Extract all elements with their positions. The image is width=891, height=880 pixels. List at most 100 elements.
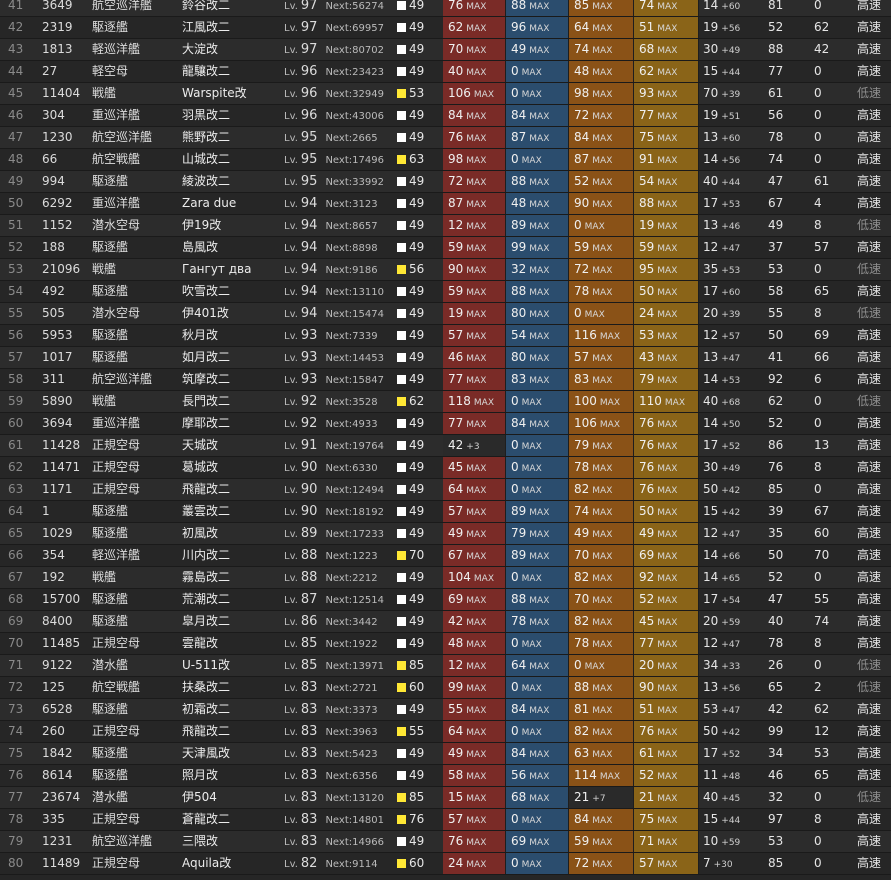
condition-value: 49	[409, 372, 425, 386]
anti-air-stat: 52 MAX	[569, 171, 634, 192]
table-row[interactable]: 47 1230 航空巡洋艦 熊野改二 Lv. 95 Next:2665 49 76 MAX 87 MA…	[0, 127, 891, 149]
ship-id: 1	[42, 504, 50, 518]
table-row[interactable]: 70 11485 正規空母 雲龍改 Lv. 85 Next:1922 49 48 MAX 0 MAX 7…	[0, 633, 891, 655]
los-stat: 0	[814, 86, 822, 100]
max-label: MAX	[529, 508, 550, 518]
firepower-value: 57	[448, 812, 464, 826]
condition: 49	[397, 369, 443, 390]
armor-value: 43	[639, 350, 655, 364]
armor-stat: 76 MAX	[634, 721, 699, 742]
luck-stat: 12 +57	[703, 325, 763, 346]
luck-value: 12	[703, 328, 719, 342]
table-row[interactable]: 50 6292 重巡洋艦 Zara due Lv. 94 Next:3123 49 87 MAX 4…	[0, 193, 891, 215]
condition: 49	[397, 237, 443, 258]
asw-stat: 99	[768, 724, 784, 738]
condition-value: 49	[409, 504, 425, 518]
table-row[interactable]: 46 304 重巡洋艦 羽黒改二 Lv. 96 Next:43006 49 84 MAX 84 MAX…	[0, 105, 891, 127]
table-row[interactable]: 77 23674 潜水艦 伊504 Lv. 83 Next:13120 85 15 MAX 68 MA…	[0, 787, 891, 809]
max-label: MAX	[592, 90, 613, 100]
table-row[interactable]: 67 192 戦艦 霧島改二 Lv. 88 Next:2212 49 104 MAX 0 MAX 82 M…	[0, 567, 891, 589]
table-row[interactable]: 68 15700 駆逐艦 荒潮改二 Lv. 87 Next:12514 49 69 MAX 88 MA…	[0, 589, 891, 611]
table-row[interactable]: 43 1813 軽巡洋艦 大淀改 Lv. 97 Next:80702 49 70 MAX 49 MAX…	[0, 39, 891, 61]
firepower-stat: 12 MAX	[443, 655, 506, 676]
ship-id: 11404	[42, 86, 81, 100]
armor-value: 19	[639, 218, 655, 232]
table-row[interactable]: 79 1231 航空巡洋艦 三隈改 Lv. 83 Next:14966 49 76 MAX 69 MA…	[0, 831, 891, 853]
table-row[interactable]: 41 3649 航空巡洋艦 鈴谷改二 Lv. 97 Next:56274 49 76 MAX 88 M…	[0, 0, 891, 17]
condition: 49	[397, 567, 443, 588]
firepower-value: 12	[448, 218, 464, 232]
table-row[interactable]: 57 1017 駆逐艦 如月改二 Lv. 93 Next:14453 49 46 MAX 80 MAX…	[0, 347, 891, 369]
max-label: MAX	[529, 354, 550, 364]
table-row[interactable]: 59 5890 戦艦 長門改二 Lv. 92 Next:3528 62 118 MAX 0 MAX 10…	[0, 391, 891, 413]
asw-stat: 52	[768, 20, 784, 34]
armor-value: 51	[639, 20, 655, 34]
ship-id: 1029	[42, 526, 73, 540]
table-row[interactable]: 51 1152 潜水空母 伊19改 Lv. 94 Next:8657 49 12 MAX 89 MAX…	[0, 215, 891, 237]
max-label: MAX	[466, 310, 487, 320]
table-row[interactable]: 52 188 駆逐艦 島風改 Lv. 94 Next:8898 49 59 MAX 99 MAX 59 M…	[0, 237, 891, 259]
table-row[interactable]: 42 2319 駆逐艦 江風改二 Lv. 97 Next:69957 49 62 MAX 96 MAX…	[0, 17, 891, 39]
torpedo-value: 0	[511, 394, 519, 408]
table-row[interactable]: 80 11489 正規空母 Aquila改 Lv. 82 Next:9114 60 24 MAX 0…	[0, 853, 891, 875]
table-row[interactable]: 72 125 航空戦艦 扶桑改二 Lv. 83 Next:2721 60 99 MAX 0 MAX 88…	[0, 677, 891, 699]
table-row[interactable]: 71 9122 潜水艦 U-511改 Lv. 85 Next:13971 85 12 MAX 64 M…	[0, 655, 891, 677]
los-stat: 12	[814, 724, 830, 738]
max-label: MAX	[592, 728, 613, 738]
armor-stat: 91 MAX	[634, 149, 699, 170]
firepower-value: 76	[448, 130, 464, 144]
table-row[interactable]: 69 8400 駆逐艦 皐月改二 Lv. 86 Next:3442 49 42 MAX 78 MAX 8…	[0, 611, 891, 633]
ship-type: 駆逐艦	[92, 504, 129, 518]
ship-name: 熊野改二	[182, 130, 231, 144]
condition-indicator	[397, 45, 406, 54]
firepower-value: 46	[448, 350, 464, 364]
ship-type: 正規空母	[92, 856, 141, 870]
table-row[interactable]: 53 21096 戦艦 Гангут два Lv. 94 Next:9186 56 90 MAX…	[0, 259, 891, 281]
table-row[interactable]: 48 66 航空戦艦 山城改二 Lv. 95 Next:17496 63 98 MAX 0 MAX 87…	[0, 149, 891, 171]
condition-value: 62	[409, 394, 425, 408]
ship-name: 初風改	[182, 526, 219, 540]
firepower-value: 76	[448, 0, 464, 12]
table-row[interactable]: 76 8614 駆逐艦 照月改 Lv. 83 Next:6356 49 58 MAX 56 MAX 11…	[0, 765, 891, 787]
table-row[interactable]: 66 354 軽巡洋艦 川内改二 Lv. 88 Next:1223 70 67 MAX 89 MAX 7…	[0, 545, 891, 567]
table-row[interactable]: 55 505 潜水空母 伊401改 Lv. 94 Next:15474 49 19 MAX 80 MA…	[0, 303, 891, 325]
row-number: 60	[8, 416, 24, 430]
asw-stat: 35	[768, 526, 784, 540]
table-row[interactable]: 58 311 航空巡洋艦 筑摩改二 Lv. 93 Next:15847 49 77 MAX 83 MA…	[0, 369, 891, 391]
condition-value: 49	[409, 834, 425, 848]
los-stat: 55	[814, 592, 830, 606]
table-row[interactable]: 45 11404 戦艦 Warspite改 Lv. 96 Next:32949 53 106 MA…	[0, 83, 891, 105]
los-stat: 57	[814, 240, 830, 254]
table-row[interactable]: 60 3694 重巡洋艦 摩耶改二 Lv. 92 Next:4933 49 77 MAX 84 MAX…	[0, 413, 891, 435]
table-row[interactable]: 44 27 軽空母 龍驤改二 Lv. 96 Next:23423 49 40 MAX 0 MAX 48 M…	[0, 61, 891, 83]
luck-stat: 50 +42	[703, 479, 763, 500]
max-label: MAX	[592, 706, 613, 716]
table-row[interactable]: 49 994 駆逐艦 綾波改二 Lv. 95 Next:33992 49 72 MAX 88 MAX 5…	[0, 171, 891, 193]
luck-remaining: +53	[721, 200, 741, 210]
table-row[interactable]: 63 1171 正規空母 飛龍改二 Lv. 90 Next:12494 49 64 MAX 0 MAX…	[0, 479, 891, 501]
table-row[interactable]: 78 335 正規空母 蒼龍改二 Lv. 83 Next:14801 76 57 MAX 0 MAX 8…	[0, 809, 891, 831]
table-row[interactable]: 61 11428 正規空母 天城改 Lv. 91 Next:19764 49 42 +3 0 MAX 7…	[0, 435, 891, 457]
table-row[interactable]: 54 492 駆逐艦 吹雪改二 Lv. 94 Next:13110 49 59 MAX 88 MAX 7…	[0, 281, 891, 303]
luck-stat: 14 +50	[703, 413, 763, 434]
firepower-value: 72	[448, 174, 464, 188]
speed: 高速	[857, 196, 882, 210]
torpedo-stat: 88 MAX	[506, 171, 569, 192]
level-value: 96	[300, 108, 318, 123]
table-row[interactable]: 74 260 正規空母 飛龍改二 Lv. 83 Next:3963 55 64 MAX 0 MAX 82…	[0, 721, 891, 743]
level-value: 86	[300, 614, 318, 629]
table-row[interactable]: 64 1 駆逐艦 叢雲改二 Lv. 90 Next:18192 49 57 MAX 89 MAX 74 M…	[0, 501, 891, 523]
table-row[interactable]: 56 5953 駆逐艦 秋月改 Lv. 93 Next:7339 49 57 MAX 54 MAX 11…	[0, 325, 891, 347]
ship-name: Zara due	[182, 196, 237, 210]
table-row[interactable]: 73 6528 駆逐艦 初霜改二 Lv. 83 Next:3373 49 55 MAX 84 MAX 8…	[0, 699, 891, 721]
luck-value: 20	[703, 614, 719, 628]
anti-air-stat: 114 MAX	[569, 765, 634, 786]
table-row[interactable]: 75 1842 駆逐艦 天津風改 Lv. 83 Next:5423 49 49 MAX 84 MAX 6…	[0, 743, 891, 765]
speed: 低速	[857, 680, 882, 694]
condition-indicator	[397, 705, 406, 714]
torpedo-stat: 0 MAX	[506, 83, 569, 104]
table-row[interactable]: 65 1029 駆逐艦 初風改 Lv. 89 Next:17233 49 49 MAX 79 MAX 4…	[0, 523, 891, 545]
speed: 高速	[857, 152, 882, 166]
firepower-stat: 48 MAX	[443, 633, 506, 654]
table-row[interactable]: 62 11471 正規空母 葛城改 Lv. 90 Next:6330 49 45 MAX 0 MAX 7…	[0, 457, 891, 479]
